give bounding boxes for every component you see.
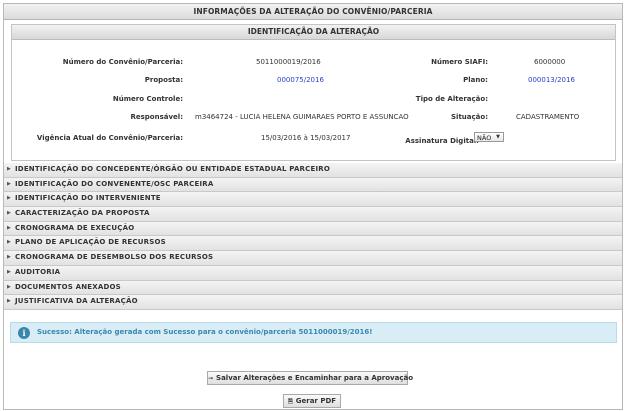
success-alert: i Sucesso: Alteração gerada com Sucesso … — [10, 322, 617, 343]
vigencia-value: 15/03/2016 à 15/03/2017 — [261, 134, 351, 142]
numero-controle-label: Número Controle: — [112, 95, 183, 103]
numero-siafi-value: 6000000 — [534, 58, 566, 66]
numero-siafi-label: Número SIAFI: — [431, 58, 488, 66]
vigencia-label: Vigência Atual do Convênio/Parceria: — [36, 134, 183, 142]
situacao-label: Situação: — [451, 113, 488, 121]
tipo-alteracao-label: Tipo de Alteração: — [415, 95, 488, 103]
responsavel-label: Responsável: — [130, 113, 183, 121]
chevron-down-icon: ▼ — [496, 134, 500, 140]
main-panel: INFORMAÇÕES DA ALTERAÇÃO DO CONVÊNIO/PAR… — [3, 3, 623, 410]
success-message: Sucesso: Alteração gerada com Sucesso pa… — [37, 328, 373, 336]
triangle-right-icon: ▶ — [7, 254, 11, 261]
arrow-right-icon: → — [208, 375, 214, 382]
page-title: INFORMAÇÕES DA ALTERAÇÃO DO CONVÊNIO/PAR… — [4, 4, 622, 20]
assinatura-digital-select[interactable]: NÃO ▼ — [474, 132, 504, 142]
identification-box: IDENTIFICAÇÃO DA ALTERAÇÃO Número do Con… — [11, 24, 616, 161]
triangle-right-icon: ▶ — [7, 298, 11, 305]
section-justificativa[interactable]: ▶ JUSTIFICATIVA DA ALTERAÇÃO — [4, 295, 622, 310]
responsavel-value: m3464724 - LUCIA HELENA GUIMARAES PORTO … — [195, 113, 409, 121]
section-documentos-anexados[interactable]: ▶ DOCUMENTOS ANEXADOS — [4, 280, 622, 296]
assinatura-digital-label: Assinatura Digital: — [405, 137, 479, 145]
section-caracterizacao[interactable]: ▶ CARACTERIZAÇÃO DA PROPOSTA — [4, 207, 622, 222]
document-icon: 🗎 — [287, 398, 293, 405]
triangle-right-icon: ▶ — [7, 268, 11, 275]
info-icon: i — [18, 327, 30, 339]
section-plano-aplicacao[interactable]: ▶ PLANO DE APLICAÇÃO DE RECURSOS — [4, 236, 622, 252]
section-concedente[interactable]: ▶ IDENTIFICAÇÃO DO CONCEDENTE/ÓRGÃO OU EN… — [4, 163, 622, 178]
triangle-right-icon: ▶ — [7, 195, 11, 202]
section-convenente[interactable]: ▶ IDENTIFICAÇÃO DO CONVENENTE/OSC PARCEIR… — [4, 177, 622, 193]
triangle-right-icon: ▶ — [7, 210, 11, 217]
triangle-right-icon: ▶ — [7, 224, 11, 231]
proposta-link[interactable]: 000075/2016 — [277, 76, 324, 84]
triangle-right-icon: ▶ — [7, 283, 11, 290]
section-cronograma-execucao[interactable]: ▶ CRONOGRAMA DE EXECUÇÃO — [4, 221, 622, 237]
situacao-value: CADASTRAMENTO — [516, 113, 580, 121]
save-and-submit-label: Salvar Alterações e Encaminhar para a Ap… — [216, 374, 414, 382]
section-auditoria[interactable]: ▶ AUDITORIA — [4, 265, 622, 281]
assinatura-digital-selected: NÃO — [477, 134, 492, 142]
section-interveniente[interactable]: ▶ IDENTIFICAÇÃO DO INTERVENIENTE — [4, 192, 622, 208]
triangle-right-icon: ▶ — [7, 180, 11, 187]
generate-pdf-label: Gerar PDF — [295, 397, 337, 405]
section-cronograma-desembolso[interactable]: ▶ CRONOGRAMA DE DESEMBOLSO DOS RECURSOS — [4, 251, 622, 266]
numero-convenio-label: Número do Convênio/Parceria: — [62, 58, 183, 66]
triangle-right-icon: ▶ — [7, 239, 11, 246]
proposta-label: Proposta: — [144, 76, 183, 84]
identification-title: IDENTIFICAÇÃO DA ALTERAÇÃO — [12, 25, 615, 40]
plano-label: Plano: — [463, 76, 488, 84]
triangle-right-icon: ▶ — [7, 166, 11, 172]
generate-pdf-button[interactable]: 🗎 Gerar PDF — [283, 394, 341, 408]
save-and-submit-button[interactable]: → Salvar Alterações e Encaminhar para a A… — [207, 371, 413, 385]
collapsible-sections: ▶ IDENTIFICAÇÃO DO CONCEDENTE/ÓRGÃO OU EN… — [4, 163, 622, 310]
numero-convenio-value: 5011000019/2016 — [256, 58, 321, 66]
plano-link[interactable]: 000013/2016 — [528, 76, 575, 84]
